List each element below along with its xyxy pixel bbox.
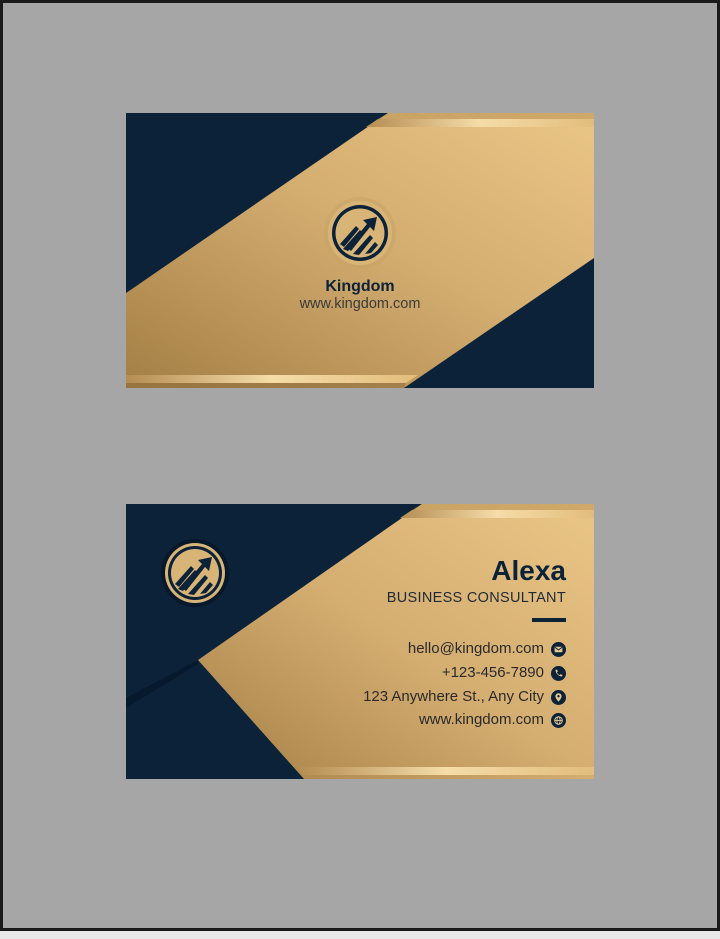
- brand-name: Kingdom: [325, 278, 395, 295]
- contact-address: 123 Anywhere St., Any City: [363, 688, 566, 706]
- contact-website: www.kingdom.com: [419, 711, 566, 729]
- email-icon: [551, 641, 566, 657]
- contact-email: hello@kingdom.com: [408, 640, 566, 658]
- bottom-strip: [0, 931, 720, 939]
- phone-icon: [551, 665, 566, 681]
- job-title: BUSINESS CONSULTANT: [386, 590, 566, 606]
- website-url: www.kingdom.com: [299, 296, 421, 312]
- contact-phone-text: +123-456-7890: [441, 664, 544, 681]
- contact-email-text: hello@kingdom.com: [407, 640, 544, 657]
- contact-website-text: www.kingdom.com: [418, 711, 544, 728]
- rising-arrow-chart-icon: [158, 536, 232, 610]
- contact-address-text: 123 Anywhere St., Any City: [363, 688, 544, 705]
- contact-phone: +123-456-7890: [442, 664, 566, 682]
- business-card-front: Kingdom www.kingdom.com: [126, 113, 594, 388]
- location-pin-icon: [551, 689, 566, 705]
- person-name: Alexa: [491, 555, 566, 586]
- globe-icon: [551, 712, 566, 728]
- business-card-back: Alexa BUSINESS CONSULTANT hello@kingdom.…: [126, 504, 594, 779]
- title-underline: [532, 618, 566, 622]
- rising-arrow-chart-icon: [323, 196, 397, 270]
